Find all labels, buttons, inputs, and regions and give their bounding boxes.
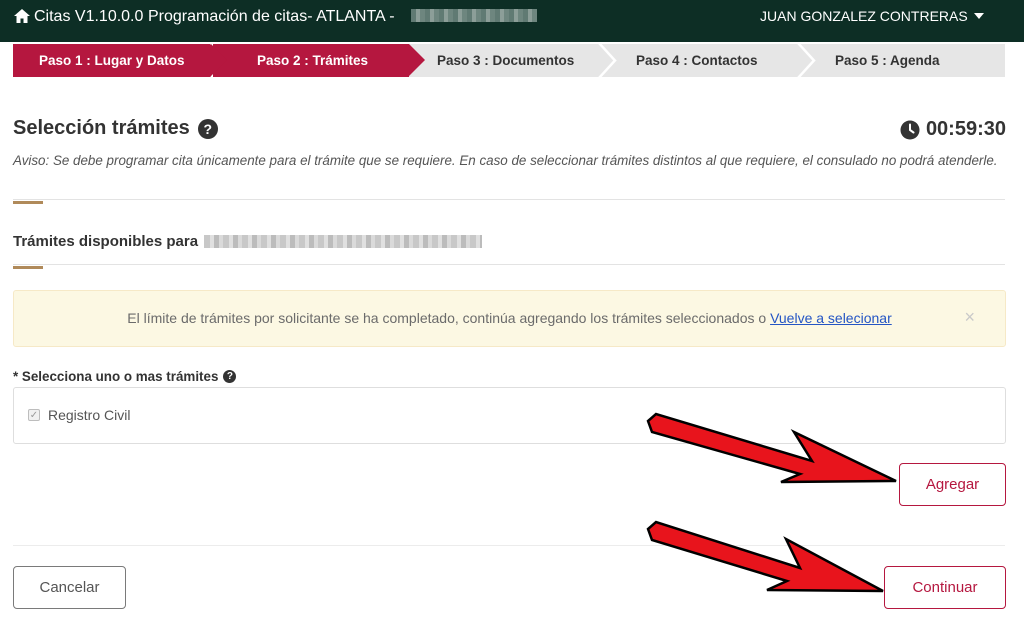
add-button[interactable]: Agregar (899, 463, 1006, 506)
step-3[interactable]: Paso 3 : Documentos (425, 44, 610, 77)
reselect-link[interactable]: Vuelve a selecionar (770, 310, 892, 326)
app-name[interactable]: Citas V1.10.0.0 (34, 8, 143, 26)
subsection-title: Trámites disponibles para (13, 233, 483, 250)
step-2[interactable]: Paso 2 : Trámites (213, 44, 425, 77)
redacted-text (411, 9, 537, 22)
checkbox-option[interactable]: ✓ Registro Civil (28, 407, 130, 423)
field-label-text: * Selecciona uno o mas trámites (13, 369, 219, 384)
accent-underline (13, 201, 43, 204)
tramites-field-label: * Selecciona uno o mas trámites ? (13, 369, 237, 384)
step-3-label: Paso 3 : Documentos (437, 53, 575, 68)
step-separator (598, 44, 617, 77)
subsection-title-text: Trámites disponibles para (13, 233, 199, 250)
arrow-to-continue-icon (646, 520, 884, 593)
cancel-button[interactable]: Cancelar (13, 566, 126, 609)
redacted-text (204, 235, 483, 248)
step-5[interactable]: Paso 5 : Agenda (823, 44, 1005, 77)
user-menu[interactable]: JUAN GONZALEZ CONTRERAS (760, 8, 984, 24)
section-title: Selección trámites ? (13, 117, 218, 140)
step-separator (797, 44, 816, 77)
timer-value: 00:59:30 (925, 118, 1006, 140)
divider (13, 264, 1005, 265)
header-bar: Citas V1.10.0.0 Programación de citas- A… (0, 0, 1024, 42)
accent-underline (13, 266, 43, 269)
divider (13, 199, 1005, 200)
divider (13, 545, 1005, 546)
step-1[interactable]: Paso 1 : Lugar y Datos (13, 44, 227, 77)
alert-message: El límite de trámites por solicitante se… (14, 310, 1005, 326)
question-circle-icon[interactable]: ? (197, 118, 218, 139)
tramites-checkbox-list: ✓ Registro Civil (13, 387, 1006, 444)
continue-button[interactable]: Continuar (884, 566, 1006, 609)
page-title: Programación de citas- ATLANTA - (148, 8, 395, 25)
caret-down-icon (973, 13, 984, 19)
alert-text: El límite de trámites por solicitante se… (127, 310, 767, 326)
question-circle-icon[interactable]: ? (223, 370, 237, 383)
checkbox-label: Registro Civil (48, 407, 131, 423)
step-progress: Paso 1 : Lugar y Datos Paso 2 : Trámites… (13, 44, 1005, 77)
step-chevron (409, 44, 425, 76)
limit-alert: El límite de trámites por solicitante se… (13, 290, 1006, 347)
user-name: JUAN GONZALEZ CONTRERAS (760, 8, 968, 24)
step-chevron (211, 44, 227, 76)
section-title-text: Selección trámites (13, 117, 190, 139)
step-2-label: Paso 2 : Trámites (257, 53, 369, 68)
step-4-label: Paso 4 : Contactos (636, 53, 758, 68)
notice-text: Aviso: Se debe programar cita únicamente… (13, 153, 998, 168)
step-1-label: Paso 1 : Lugar y Datos (39, 53, 185, 68)
checkbox-checked-icon[interactable]: ✓ (28, 409, 40, 421)
step-5-label: Paso 5 : Agenda (835, 53, 940, 68)
step-4[interactable]: Paso 4 : Contactos (625, 44, 810, 77)
home-icon[interactable] (13, 8, 31, 24)
session-timer: 00:59:30 (900, 118, 1006, 141)
close-icon[interactable]: × (964, 307, 975, 328)
clock-icon (900, 120, 920, 139)
